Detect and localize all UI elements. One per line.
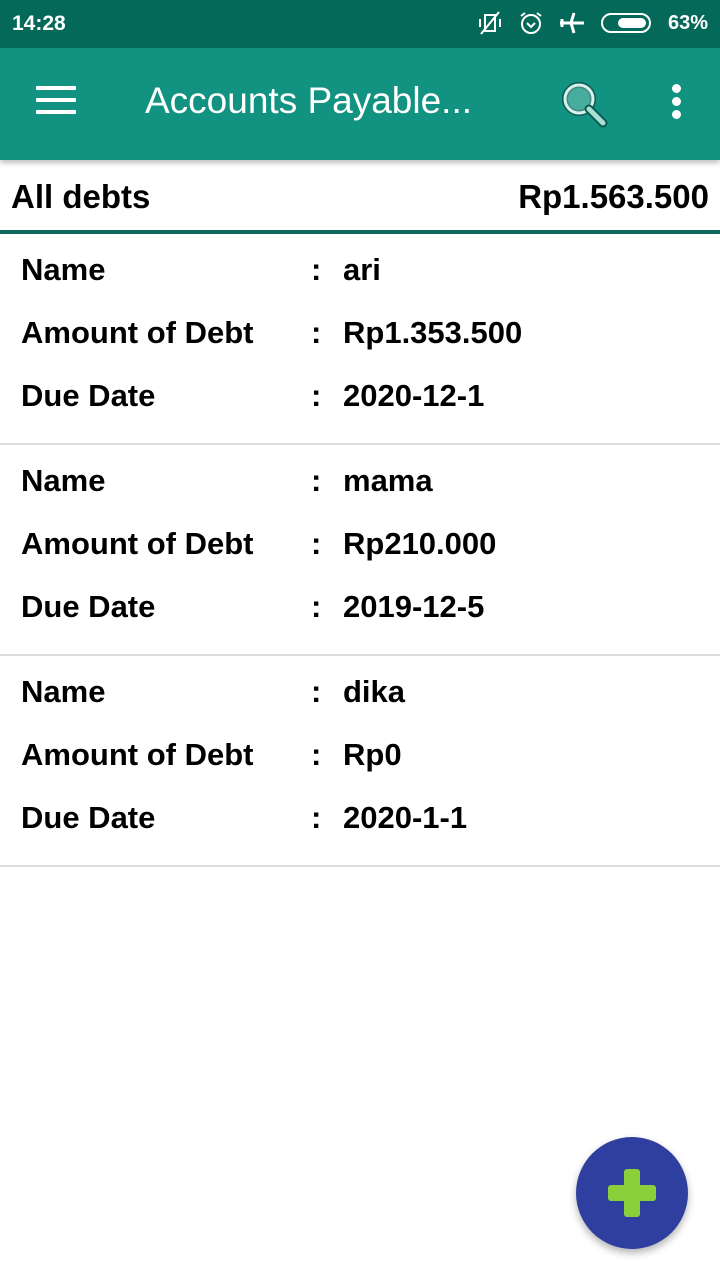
amount-value: Rp210.000 bbox=[343, 526, 497, 561]
name-label: Name bbox=[21, 674, 106, 709]
debt-card[interactable]: Name: ari Amount of Debt: Rp1.353.500 Due … bbox=[0, 234, 720, 445]
name-value: dika bbox=[343, 674, 406, 709]
more-vert-icon[interactable] bbox=[664, 84, 688, 124]
debt-card[interactable]: Name: dika Amount of Debt: Rp0 Due Date:20… bbox=[0, 656, 720, 867]
debt-list: Name: ari Amount of Debt: Rp1.353.500 Due … bbox=[0, 234, 720, 867]
due-date-value: 2020-1-1 bbox=[343, 800, 468, 835]
status-time: 14:28 bbox=[12, 12, 66, 35]
summary-label: All debts bbox=[11, 178, 151, 215]
separator: : bbox=[311, 378, 322, 413]
hamburger-menu-icon[interactable] bbox=[36, 86, 76, 122]
separator: : bbox=[311, 800, 322, 835]
amount-label: Amount of Debt bbox=[21, 526, 254, 561]
app-bar: Accounts Payable... bbox=[0, 48, 720, 160]
separator: : bbox=[311, 737, 322, 772]
due-date-value: 2019-12-5 bbox=[343, 589, 485, 624]
name-label: Name bbox=[21, 463, 106, 498]
amount-label: Amount of Debt bbox=[21, 737, 254, 772]
status-icons: 63% bbox=[476, 10, 708, 36]
search-icon[interactable] bbox=[558, 78, 610, 130]
separator: : bbox=[311, 315, 322, 350]
vibrate-off-icon bbox=[476, 10, 504, 36]
add-debt-button[interactable] bbox=[576, 1137, 688, 1249]
due-date-label: Due Date bbox=[21, 378, 156, 413]
separator: : bbox=[311, 463, 322, 498]
name-value: mama bbox=[343, 463, 433, 498]
battery-percent: 63% bbox=[667, 11, 708, 34]
name-label: Name bbox=[21, 252, 106, 287]
amount-label: Amount of Debt bbox=[21, 315, 254, 350]
alarm-icon bbox=[518, 10, 544, 36]
due-date-value: 2020-12-1 bbox=[343, 378, 485, 413]
separator: : bbox=[311, 589, 322, 624]
summary-total: Rp1.563.500 bbox=[518, 178, 709, 215]
status-bar: 14:28 63% bbox=[0, 0, 720, 48]
separator: : bbox=[311, 674, 322, 709]
debt-card[interactable]: Name: mama Amount of Debt: Rp210.000 Due D… bbox=[0, 445, 720, 656]
due-date-label: Due Date bbox=[21, 589, 156, 624]
name-value: ari bbox=[343, 252, 381, 287]
airplane-icon bbox=[558, 10, 586, 36]
summary-bar: All debts Rp1.563.500 bbox=[0, 160, 720, 234]
amount-value: Rp0 bbox=[343, 737, 402, 772]
separator: : bbox=[311, 526, 322, 561]
amount-value: Rp1.353.500 bbox=[343, 315, 523, 350]
app-title: Accounts Payable... bbox=[145, 80, 473, 121]
battery-icon bbox=[600, 11, 654, 35]
separator: : bbox=[311, 252, 322, 287]
due-date-label: Due Date bbox=[21, 800, 156, 835]
